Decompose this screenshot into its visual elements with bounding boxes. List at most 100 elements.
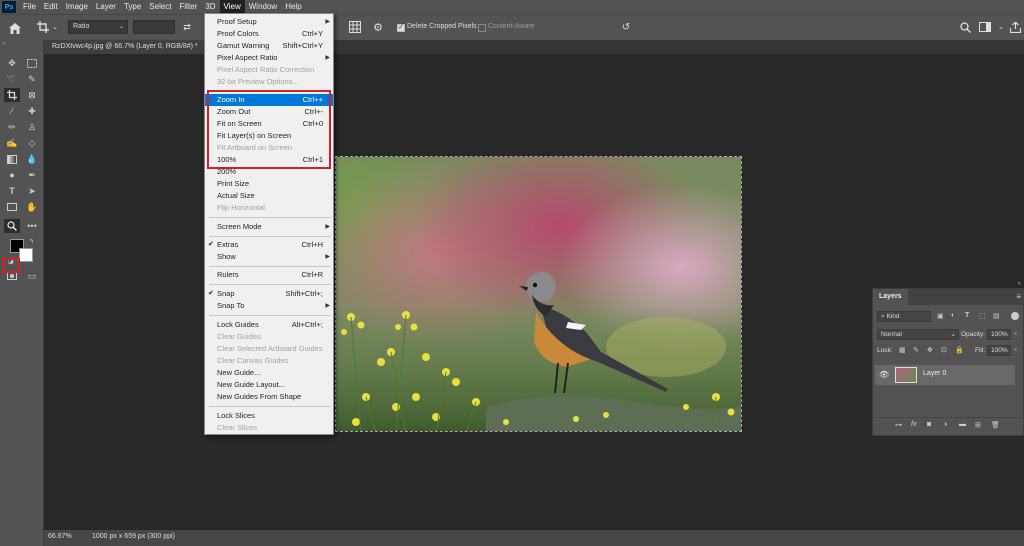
menu-image[interactable]: Image xyxy=(62,0,92,14)
type-filter-icon[interactable]: T xyxy=(965,312,969,319)
menu-item-new-guides-from-shape[interactable]: New Guides From Shape xyxy=(205,391,333,403)
filter-kind-select[interactable]: ⌕ Kind xyxy=(877,311,931,322)
menu-item-proof-setup[interactable]: Proof Setup ▶ xyxy=(205,16,333,28)
menu-item-actual-size[interactable]: Actual Size xyxy=(205,190,333,202)
blur-tool-icon[interactable]: 💧 xyxy=(24,152,40,166)
opacity-input[interactable]: 100% xyxy=(987,329,1011,340)
stamp-tool-icon[interactable]: ♙ xyxy=(24,120,40,134)
chevron-down-icon[interactable]: ⌄ xyxy=(51,22,59,32)
layer-row[interactable]: 👁 Layer 0 xyxy=(875,365,1015,385)
gear-icon[interactable]: ⚙ xyxy=(371,20,385,34)
collapse-panel-icon[interactable]: « xyxy=(1018,281,1021,287)
menu-item-clear-guides[interactable]: Clear Guides xyxy=(205,331,333,343)
fill-input[interactable]: 100% xyxy=(987,345,1011,356)
lock-position-icon[interactable]: ✥ xyxy=(927,346,933,354)
document-image[interactable] xyxy=(335,156,742,432)
menu-item-clear-canvas-guides[interactable]: Clear Canvas Guides xyxy=(205,355,333,367)
workspace-icon[interactable] xyxy=(978,20,992,34)
link-layers-icon[interactable]: ⊶ xyxy=(895,421,902,429)
menu-filter[interactable]: Filter xyxy=(176,0,202,14)
background-color-swatch[interactable] xyxy=(19,248,33,262)
frame-tool-icon[interactable]: ⊠ xyxy=(24,88,40,102)
path-selection-tool-icon[interactable]: ➤ xyxy=(24,184,40,198)
menu-item-print-size[interactable]: Print Size xyxy=(205,178,333,190)
lock-artboard-icon[interactable]: ⊡ xyxy=(941,346,947,354)
menu-type[interactable]: Type xyxy=(120,0,145,14)
menu-layer[interactable]: Layer xyxy=(92,0,120,14)
swap-icon[interactable]: ⇄ xyxy=(181,21,193,33)
menu-item-snap[interactable]: ✔ Snap Shift+Ctrl+; xyxy=(205,288,333,300)
pen-tool-icon[interactable]: ✒ xyxy=(24,168,40,182)
lock-transparency-icon[interactable]: ▦ xyxy=(899,346,906,354)
crop-tool-preset-icon[interactable] xyxy=(36,20,50,34)
menu-select[interactable]: Select xyxy=(145,0,175,14)
document-size[interactable]: 1000 px x 659 px (300 ppi) xyxy=(92,533,175,540)
filter-toggle[interactable] xyxy=(1011,312,1019,320)
screen-mode-icon[interactable]: ▭ xyxy=(24,269,40,283)
zoom-tool-icon[interactable] xyxy=(4,219,20,233)
grid-overlay-icon[interactable] xyxy=(348,20,362,34)
reset-icon[interactable]: ↺ xyxy=(619,20,633,34)
menu-edit[interactable]: Edit xyxy=(40,0,62,14)
menu-item-pixel-aspect-ratio[interactable]: Pixel Aspect Ratio ▶ xyxy=(205,52,333,64)
menu-item-pixel-aspect-ratio-correction[interactable]: Pixel Aspect Ratio Correction xyxy=(205,64,333,76)
layer-name[interactable]: Layer 0 xyxy=(923,370,946,377)
collapse-icon[interactable]: » xyxy=(2,41,5,47)
menu-item-snap-to[interactable]: Snap To ▶ xyxy=(205,300,333,312)
menu-3d[interactable]: 3D xyxy=(201,0,219,14)
menu-item-new-guide[interactable]: New Guide... xyxy=(205,367,333,379)
move-tool-icon[interactable]: ✥ xyxy=(4,56,20,70)
lock-pixels-icon[interactable]: ✎ xyxy=(913,346,919,354)
menu-item-show[interactable]: Show ▶ xyxy=(205,251,333,263)
eyedropper-tool-icon[interactable]: ⁄ xyxy=(4,104,20,118)
pixel-filter-icon[interactable]: ▣ xyxy=(937,312,944,320)
shape-filter-icon[interactable]: ⬚ xyxy=(979,312,986,320)
healing-brush-tool-icon[interactable]: ✚ xyxy=(24,104,40,118)
swap-colors-icon[interactable]: ↰ xyxy=(29,238,34,245)
eraser-tool-icon[interactable]: ◇ xyxy=(24,136,40,150)
lasso-tool-icon[interactable]: ➰ xyxy=(4,72,20,86)
menu-item-extras[interactable]: ✔ Extras Ctrl+H xyxy=(205,239,333,251)
new-layer-icon[interactable]: ⊞ xyxy=(975,421,981,429)
search-icon[interactable] xyxy=(958,20,972,34)
menu-item-clear-slices[interactable]: Clear Slices xyxy=(205,422,333,434)
menu-item-32bit-preview[interactable]: 32-bit Preview Options... xyxy=(205,76,333,88)
chevron-down-icon[interactable]: ⌄ xyxy=(997,22,1005,32)
menu-item-flip-horizontal[interactable]: Flip Horizontal xyxy=(205,202,333,214)
share-icon[interactable] xyxy=(1008,20,1022,34)
menu-help[interactable]: Help xyxy=(281,0,305,14)
layers-tab[interactable]: Layers xyxy=(873,289,908,305)
chevron-down-icon[interactable]: ⌄ xyxy=(1013,345,1018,352)
adjustment-layer-icon[interactable]: ◑ xyxy=(943,421,947,428)
add-mask-icon[interactable]: ◙ xyxy=(927,421,931,428)
menu-item-lock-guides[interactable]: Lock Guides Alt+Ctrl+; xyxy=(205,319,333,331)
menu-window[interactable]: Window xyxy=(245,0,281,14)
menu-view[interactable]: View xyxy=(219,0,245,14)
ratio-select[interactable]: Ratio ⌄ xyxy=(68,20,128,34)
eye-icon[interactable]: 👁 xyxy=(879,370,889,379)
dodge-tool-icon[interactable]: ● xyxy=(4,168,20,182)
crop-tool-icon[interactable] xyxy=(4,88,20,102)
ratio-width-input[interactable] xyxy=(133,20,175,34)
menu-item-new-guide-layout[interactable]: New Guide Layout... xyxy=(205,379,333,391)
trash-icon[interactable]: 🗑 xyxy=(991,421,1000,429)
history-brush-tool-icon[interactable]: ✍ xyxy=(4,136,20,150)
document-tab[interactable]: RzDXtvwc4p.jpg @ 66.7% (Layer 0, RGB/8#)… xyxy=(44,40,206,54)
menu-item-clear-selected-artboard-guides[interactable]: Clear Selected Artboard Guides xyxy=(205,343,333,355)
menu-item-lock-slices[interactable]: Lock Slices xyxy=(205,410,333,422)
fx-icon[interactable]: fx xyxy=(911,421,916,428)
lock-all-icon[interactable]: 🔒 xyxy=(955,346,964,354)
brush-tool-icon[interactable]: ✏ xyxy=(4,120,20,134)
type-tool-icon[interactable]: T xyxy=(4,184,20,198)
zoom-level[interactable]: 66.67% xyxy=(48,533,72,540)
quick-selection-tool-icon[interactable]: ✎ xyxy=(24,72,40,86)
panel-menu-icon[interactable]: ≡ xyxy=(1016,292,1021,301)
delete-cropped-checkbox[interactable]: ✓ xyxy=(397,24,405,32)
marquee-tool-icon[interactable] xyxy=(24,56,40,70)
more-tools-icon[interactable]: ••• xyxy=(24,219,40,233)
menu-item-gamut-warning[interactable]: Gamut Warning Shift+Ctrl+Y xyxy=(205,40,333,52)
adjustment-filter-icon[interactable]: ◐ xyxy=(951,312,955,319)
gradient-tool-icon[interactable] xyxy=(4,152,20,166)
chevron-down-icon[interactable]: ⌄ xyxy=(1013,329,1018,336)
rectangle-tool-icon[interactable] xyxy=(4,200,20,214)
